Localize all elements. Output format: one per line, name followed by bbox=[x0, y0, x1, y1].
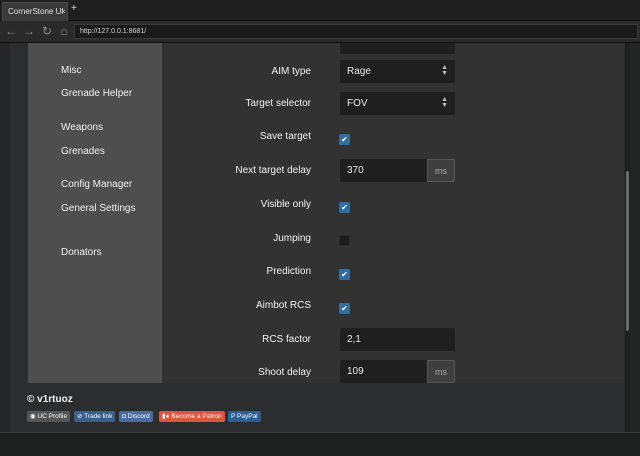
aim-type-value: Rage bbox=[347, 66, 371, 77]
aim-type-select[interactable]: Rage ▲ ▼ bbox=[340, 60, 455, 83]
sidebar-item-weapons[interactable]: Weapons bbox=[61, 122, 103, 133]
aim-type-label: AIM type bbox=[271, 66, 311, 77]
address-bar[interactable]: http://127.0.0.1:8681/ bbox=[74, 24, 638, 39]
background-left bbox=[0, 43, 10, 456]
discord-badge[interactable]: ◘ Discord bbox=[119, 411, 153, 422]
home-icon[interactable]: ⌂ bbox=[57, 24, 71, 38]
next-target-delay-input[interactable]: 370 bbox=[340, 159, 427, 182]
target-selector-select[interactable]: FOV ▲ ▼ bbox=[340, 92, 455, 115]
save-target-checkbox[interactable]: ✔ bbox=[339, 134, 350, 145]
author-credit: © v1rtuoz bbox=[27, 394, 73, 405]
jumping-checkbox[interactable] bbox=[339, 235, 350, 246]
target-selector-value: FOV bbox=[347, 98, 368, 109]
sidebar-item-general-settings[interactable]: General Settings bbox=[61, 203, 136, 214]
shoot-delay-input[interactable]: 109 bbox=[340, 360, 427, 383]
next-target-delay-unit: ms bbox=[427, 159, 455, 182]
visible-only-label: Visible only bbox=[260, 199, 311, 210]
tab-title: CornerStone UI bbox=[8, 7, 64, 16]
jumping-label: Jumping bbox=[273, 233, 311, 244]
footer: © v1rtuoz ◉ UC Profile ⊘ Trade link ◘ Di… bbox=[10, 383, 625, 431]
rcs-factor-input[interactable]: 2,1 bbox=[340, 328, 455, 351]
patreon-badge[interactable]: ▮● Become a Patron bbox=[159, 411, 225, 422]
forward-icon[interactable]: → bbox=[22, 24, 36, 38]
prediction-checkbox[interactable]: ✔ bbox=[339, 269, 350, 280]
discord-icon: ◘ bbox=[122, 413, 126, 420]
previous-field-partial[interactable] bbox=[340, 43, 455, 54]
browser-nav-bar: ← → ↻ ⌂ http://127.0.0.1:8681/ bbox=[0, 21, 640, 43]
paypal-icon: P bbox=[231, 413, 236, 420]
sidebar-item-config-manager[interactable]: Config Manager bbox=[61, 179, 132, 190]
badge-label: Discord bbox=[127, 413, 150, 420]
sidebar-item-grenades[interactable]: Grenades bbox=[61, 146, 105, 157]
visible-only-checkbox[interactable]: ✔ bbox=[339, 202, 350, 213]
sidebar: Misc Grenade Helper Weapons Grenades Con… bbox=[28, 43, 162, 383]
aimbot-rcs-checkbox[interactable]: ✔ bbox=[339, 303, 350, 314]
badge-label: PayPal bbox=[237, 413, 258, 420]
badge-label: UC Profile bbox=[37, 413, 68, 420]
uc-profile-badge[interactable]: ◉ UC Profile bbox=[27, 411, 71, 422]
badge-label: Trade link bbox=[84, 413, 113, 420]
sidebar-item-grenade-helper[interactable]: Grenade Helper bbox=[61, 88, 132, 99]
save-target-label: Save target bbox=[259, 131, 311, 142]
aimbot-rcs-label: Aimbot RCS bbox=[255, 300, 311, 311]
new-tab-icon[interactable]: + bbox=[71, 4, 77, 14]
shoot-delay-unit: ms bbox=[427, 360, 455, 383]
next-target-delay-label: Next target delay bbox=[235, 165, 311, 176]
settings-panel: AIM type Rage ▲ ▼ Target selector FOV ▲ ▼ … bbox=[162, 43, 624, 383]
tab-close-icon[interactable]: × bbox=[61, 7, 66, 16]
scrollbar-thumb[interactable] bbox=[626, 171, 629, 331]
shoot-delay-label: Shoot delay bbox=[258, 367, 311, 378]
reload-icon[interactable]: ↻ bbox=[40, 24, 54, 38]
background-right bbox=[630, 43, 640, 456]
page-viewport: Misc Grenade Helper Weapons Grenades Con… bbox=[0, 43, 640, 456]
select-arrows-icon: ▲ ▼ bbox=[441, 96, 448, 109]
sidebar-item-donators[interactable]: Donators bbox=[61, 247, 102, 258]
sidebar-item-misc[interactable]: Misc bbox=[61, 65, 82, 76]
vertical-scrollbar[interactable] bbox=[625, 43, 630, 456]
bottom-bar bbox=[0, 432, 640, 456]
uc-icon: ◉ bbox=[30, 413, 36, 420]
rcs-factor-label: RCS factor bbox=[262, 334, 311, 345]
steam-icon: ⊘ bbox=[77, 413, 83, 420]
prediction-label: Prediction bbox=[266, 266, 311, 277]
browser-tab[interactable]: CornerStone UI × bbox=[2, 2, 68, 21]
select-arrows-icon: ▲ ▼ bbox=[441, 64, 448, 77]
paypal-badge[interactable]: P PayPal bbox=[228, 411, 261, 422]
trade-link-badge[interactable]: ⊘ Trade link bbox=[74, 411, 116, 422]
browser-tab-bar: CornerStone UI × + bbox=[0, 0, 640, 21]
badge-label: Become a Patron bbox=[171, 413, 222, 420]
back-icon[interactable]: ← bbox=[4, 24, 18, 38]
target-selector-label: Target selector bbox=[245, 98, 311, 109]
patreon-icon: ▮● bbox=[162, 413, 170, 420]
